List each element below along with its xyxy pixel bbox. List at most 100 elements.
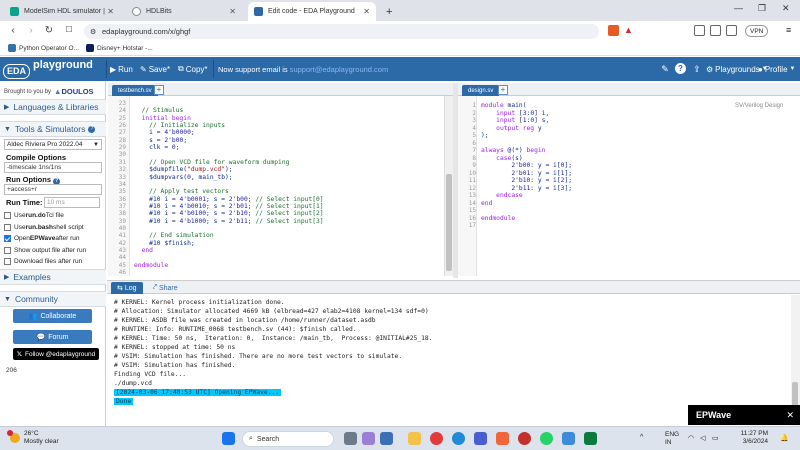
system-clock[interactable]: 11:27 PM 3/6/2024 (730, 430, 768, 446)
taskbar-search[interactable]: ⌕ Search (242, 431, 334, 447)
tab-design[interactable]: design.sv (462, 85, 500, 96)
show-output-checkbox[interactable]: Show output file after run (4, 247, 86, 254)
help-icon[interactable]: ? (88, 125, 96, 133)
profile-menu[interactable]: ● Profile ▼ (758, 62, 795, 76)
run-time-input[interactable]: 10 ms (44, 197, 100, 208)
youtube-icon[interactable] (518, 432, 531, 445)
brave-icon[interactable] (496, 432, 509, 445)
save-button[interactable]: ✎ Save * (140, 62, 170, 76)
checkbox[interactable] (4, 212, 11, 219)
tab-testbench[interactable]: testbench.sv (112, 85, 158, 96)
site-info-icon[interactable]: ⚙ (90, 28, 96, 36)
volume-icon[interactable]: ◁ (700, 434, 705, 442)
tools-simulators-section[interactable]: ▼ Tools & Simulators ? (0, 121, 106, 137)
run-button[interactable]: ▶ Run (110, 62, 133, 76)
scroll-thumb[interactable] (446, 174, 452, 271)
brave-shield-icon[interactable] (608, 25, 619, 36)
battery-icon[interactable]: ▭ (712, 434, 719, 442)
extensions-icon[interactable] (710, 25, 721, 36)
checkbox-checked[interactable] (4, 235, 11, 242)
run-options-input[interactable]: +access+r (4, 184, 102, 195)
code-token: ); (481, 132, 489, 139)
task-view-icon[interactable] (344, 432, 357, 445)
maximize-icon[interactable]: ❐ (758, 3, 766, 14)
eda-playground-logo[interactable]: EDA playground (3, 59, 101, 79)
menu-icon[interactable]: ≡ (786, 25, 791, 35)
excel-icon[interactable] (584, 432, 597, 445)
checkbox[interactable] (4, 224, 11, 231)
url-input[interactable]: ⚙ edaplayground.com/x/ghgf (84, 24, 599, 39)
download-files-checkbox[interactable]: Download files after run (4, 258, 82, 265)
store-icon[interactable] (562, 432, 575, 445)
language-indicator[interactable]: ENG IN (665, 431, 679, 447)
app-icon[interactable] (474, 432, 487, 445)
help-icon[interactable]: ? (675, 63, 686, 74)
code-token: s = (134, 136, 165, 144)
open-epwave-checkbox[interactable]: Open EPWave after run (4, 235, 80, 242)
add-file-icon[interactable]: + (154, 85, 164, 95)
edit-icon[interactable]: ✎ (658, 62, 672, 76)
vpn-button[interactable]: VPN (745, 25, 769, 37)
copy-button[interactable]: ⧉ Copy * (178, 62, 208, 76)
share-icon[interactable]: ⇪ (690, 62, 704, 76)
compile-options-input[interactable]: -timescale 1ns/1ns (4, 162, 102, 173)
wallet-icon[interactable] (726, 25, 737, 36)
brave-rewards-icon[interactable]: ▲ (624, 25, 635, 36)
examples-section[interactable]: ▶ Examples (0, 269, 106, 285)
close-tab-icon[interactable]: ✕ (107, 7, 114, 16)
bookmark-hotstar[interactable]: Disney+ Hotstar -... (86, 44, 153, 52)
weather-widget[interactable]: 26°C Mostly clear (7, 430, 59, 446)
bookmark-python[interactable]: Python Operator O... (8, 44, 79, 52)
teams-icon[interactable] (380, 432, 393, 445)
widgets-icon[interactable] (362, 432, 375, 445)
checkbox[interactable] (4, 247, 11, 254)
show-hidden-icons-icon[interactable]: ^ (640, 434, 643, 441)
community-section[interactable]: ▼ Community (0, 291, 106, 307)
edge-icon[interactable] (452, 432, 465, 445)
reload-icon[interactable]: ↻ (40, 25, 58, 36)
collaborate-button[interactable]: 👥 Collaborate (13, 309, 92, 323)
back-icon[interactable]: ‹ (4, 25, 22, 36)
playgrounds-label: Playgrounds (715, 64, 760, 74)
code-token: case (481, 154, 512, 162)
use-run-do-checkbox[interactable]: Use run.do Tcl file (4, 212, 64, 219)
follow-x-button[interactable]: 𝕏 Follow @edaplayground (13, 348, 99, 360)
browser-tab-modelsim[interactable]: ModelSim HDL simulator | Siemens ✕ (4, 2, 120, 21)
check-prefix: Use (14, 224, 26, 231)
close-icon[interactable]: ✕ (786, 410, 794, 421)
tab-log[interactable]: ⇆ Log (111, 282, 143, 294)
code-line: end (134, 247, 153, 255)
testbench-scrollbar[interactable] (444, 96, 453, 276)
new-tab-button[interactable]: + (380, 2, 396, 21)
design-editor[interactable]: 1 module main(2 input [3:0] i, 3 input [1:… (458, 96, 800, 276)
epwave-popup[interactable]: EPWave ✕ (688, 405, 800, 425)
file-explorer-icon[interactable] (408, 432, 421, 445)
save-label: Save (148, 64, 167, 74)
windows-start-icon[interactable] (222, 432, 235, 445)
forward-icon[interactable]: › (22, 25, 40, 36)
use-run-bash-checkbox[interactable]: Use run.bash shell script (4, 224, 84, 231)
weather-text: 26°C Mostly clear (24, 430, 59, 446)
tab-share[interactable]: ⤤ Share (147, 282, 184, 294)
testbench-editor[interactable]: 23 24 // Stimulus 25 initial begin 26 // In… (108, 96, 444, 276)
forum-button[interactable]: 💬 Forum (13, 330, 92, 344)
close-tab-icon[interactable]: ✕ (363, 7, 370, 16)
notifications-icon[interactable]: 🔔 (780, 434, 789, 442)
close-tab-icon[interactable]: ✕ (229, 7, 236, 16)
browser-tab-hdlbits[interactable]: HDLBits ✕ (126, 2, 242, 21)
check-bold: run.bash (25, 224, 54, 231)
languages-libraries-section[interactable]: ▶ Languages & Libraries (0, 99, 106, 115)
checkbox[interactable] (4, 258, 11, 265)
simulator-select[interactable]: Aldec Riviera Pro 2022.04 ▼ (4, 139, 102, 150)
bookmark-page-icon[interactable]: ☐ (60, 25, 78, 34)
wifi-icon[interactable]: ◠ (688, 434, 694, 442)
minimize-icon[interactable]: — (734, 3, 743, 13)
browser-tab-eda-playground[interactable]: Edit code - EDA Playground ✕ (248, 2, 376, 21)
whatsapp-icon[interactable] (540, 432, 553, 445)
opera-icon[interactable] (430, 432, 443, 445)
add-file-icon[interactable]: + (498, 85, 508, 95)
sidebar-icon[interactable] (694, 25, 705, 36)
support-email-link[interactable]: support@edaplayground.com (290, 65, 389, 74)
close-window-icon[interactable]: ✕ (782, 3, 790, 14)
doulos-logo[interactable]: ▲DOULOS (54, 87, 94, 96)
